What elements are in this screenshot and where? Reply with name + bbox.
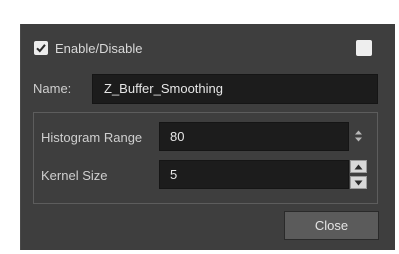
checkmark-icon	[36, 44, 46, 53]
close-button[interactable]: Close	[284, 211, 379, 240]
kernel-size-stepper	[350, 160, 367, 189]
up-down-arrows-icon	[355, 130, 362, 142]
filter-properties-dialog: Enable/Disable Name: Z_Buffer_Smoothing …	[20, 24, 395, 250]
chevron-up-icon	[354, 164, 363, 169]
enable-checkbox[interactable]	[34, 41, 48, 55]
kernel-size-decrement-button[interactable]	[350, 176, 367, 189]
histogram-range-stepper[interactable]	[354, 129, 363, 143]
name-field[interactable]: Z_Buffer_Smoothing	[92, 74, 378, 104]
chevron-down-icon	[354, 180, 363, 185]
histogram-range-label: Histogram Range	[41, 130, 143, 145]
parameters-group: Histogram Range 80 Kernel Size 5	[33, 112, 378, 204]
kernel-size-field[interactable]: 5	[159, 160, 349, 189]
color-swatch[interactable]	[356, 40, 372, 56]
enable-toggle[interactable]: Enable/Disable	[34, 39, 142, 57]
histogram-range-field[interactable]: 80	[159, 122, 349, 151]
name-label: Name:	[33, 81, 72, 96]
kernel-size-increment-button[interactable]	[350, 160, 367, 173]
enable-label: Enable/Disable	[55, 40, 143, 56]
kernel-size-label: Kernel Size	[41, 168, 108, 183]
